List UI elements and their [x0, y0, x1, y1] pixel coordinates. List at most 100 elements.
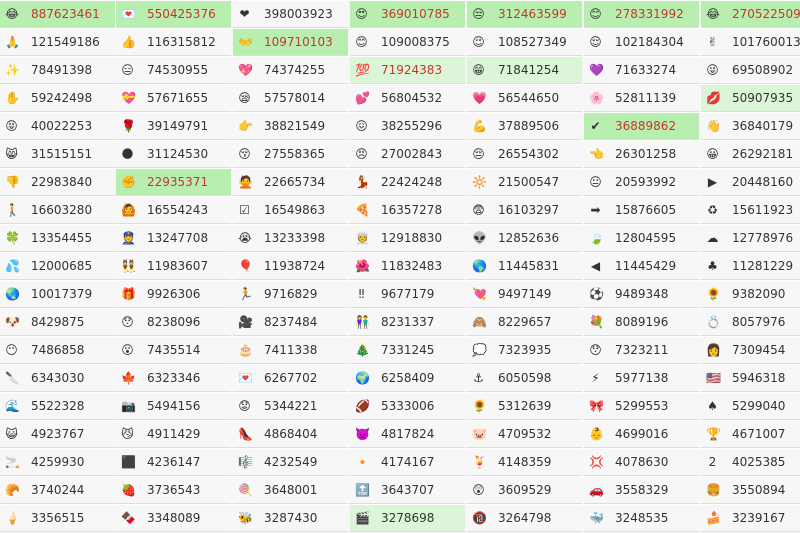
emoji-cell[interactable]: 💌 6267702 [233, 364, 348, 392]
emoji-cell[interactable]: ◀ 11445429 [584, 252, 699, 280]
emoji-cell[interactable]: 😺 4923767 [0, 420, 115, 448]
emoji-cell[interactable]: 🙈 8229657 [467, 308, 582, 336]
emoji-cell[interactable]: 🌎 11445831 [467, 252, 582, 280]
emoji-cell[interactable]: 👍 116315812 [116, 28, 231, 56]
emoji-cell[interactable]: 😊 109008375 [350, 28, 465, 56]
emoji-cell[interactable]: 😟 5344221 [233, 392, 348, 420]
emoji-cell[interactable]: 😝 40022253 [0, 112, 115, 140]
emoji-cell[interactable]: 💭 7323935 [467, 336, 582, 364]
emoji-cell[interactable]: 2 4025385 [701, 448, 800, 476]
emoji-cell[interactable]: ✔ 36889862 [584, 112, 699, 140]
emoji-cell[interactable]: 🍔 3550894 [701, 476, 800, 504]
emoji-cell[interactable]: 💝 57671655 [116, 84, 231, 112]
emoji-cell[interactable]: 💐 8089196 [584, 308, 699, 336]
emoji-cell[interactable]: 🌺 11832483 [350, 252, 465, 280]
emoji-cell[interactable]: 🚗 3558329 [584, 476, 699, 504]
emoji-cell[interactable]: 💯 71924383 [350, 56, 465, 84]
emoji-cell[interactable]: 👳 12918830 [350, 224, 465, 252]
emoji-cell[interactable]: 🍭 3648001 [233, 476, 348, 504]
emoji-cell[interactable]: 👋 36840179 [701, 112, 800, 140]
emoji-cell[interactable]: 🍕 16357278 [350, 196, 465, 224]
emoji-cell[interactable]: 😑 74530955 [116, 56, 231, 84]
emoji-cell[interactable]: 🌻 5312639 [467, 392, 582, 420]
emoji-cell[interactable]: 💗 56544650 [467, 84, 582, 112]
emoji-cell[interactable]: 👮 13247708 [116, 224, 231, 252]
emoji-cell[interactable]: 🎄 7331245 [350, 336, 465, 364]
emoji-cell[interactable]: 😪 57578014 [233, 84, 348, 112]
emoji-cell[interactable]: 😜 69508902 [701, 56, 800, 84]
emoji-cell[interactable]: 👠 4868404 [233, 420, 348, 448]
emoji-cell[interactable]: 💘 9497149 [467, 280, 582, 308]
emoji-cell[interactable]: 🙅 22665734 [233, 168, 348, 196]
emoji-cell[interactable]: 🎼 4232549 [233, 448, 348, 476]
emoji-cell[interactable]: 🐷 4709532 [467, 420, 582, 448]
emoji-cell[interactable]: 😐 20593992 [584, 168, 699, 196]
emoji-cell[interactable]: 🐝 3287430 [233, 504, 348, 532]
emoji-cell[interactable]: 🙆 16554243 [116, 196, 231, 224]
emoji-cell[interactable]: 😭 13233398 [233, 224, 348, 252]
emoji-cell[interactable]: ▶ 20448160 [701, 168, 800, 196]
emoji-cell[interactable]: 🎁 9926306 [116, 280, 231, 308]
emoji-cell[interactable]: 🌸 52811139 [584, 84, 699, 112]
emoji-cell[interactable]: 😂 270522509 [701, 0, 800, 28]
emoji-cell[interactable]: ➡ 15876605 [584, 196, 699, 224]
emoji-cell[interactable]: 🚶 16603280 [0, 196, 115, 224]
emoji-cell[interactable]: 🌻 9382090 [701, 280, 800, 308]
emoji-cell[interactable]: 😊 278331992 [584, 0, 699, 28]
emoji-cell[interactable]: 👉 38821549 [233, 112, 348, 140]
emoji-cell[interactable]: 😒 312463599 [467, 0, 582, 28]
emoji-cell[interactable]: 👿 4817824 [350, 420, 465, 448]
emoji-cell[interactable]: 🎀 5299553 [584, 392, 699, 420]
emoji-cell[interactable]: ♻ 15611923 [701, 196, 800, 224]
emoji-cell[interactable]: 🌹 39149791 [116, 112, 231, 140]
emoji-cell[interactable]: 👶 4699016 [584, 420, 699, 448]
emoji-cell[interactable]: 🙏 121549186 [0, 28, 115, 56]
emoji-cell[interactable]: ✨ 78491398 [0, 56, 115, 84]
emoji-cell[interactable]: 💃 22424248 [350, 168, 465, 196]
emoji-cell[interactable]: 💜 71633274 [584, 56, 699, 84]
emoji-cell[interactable]: 😸 31515151 [0, 140, 115, 168]
emoji-cell[interactable]: 💦 12000685 [0, 252, 115, 280]
emoji-cell[interactable]: ✊ 22935371 [116, 168, 231, 196]
emoji-cell[interactable]: 🍃 12804595 [584, 224, 699, 252]
emoji-cell[interactable]: 🐳 3248535 [584, 504, 699, 532]
emoji-cell[interactable]: 🍹 4148359 [467, 448, 582, 476]
emoji-cell[interactable]: 🌏 10017379 [0, 280, 115, 308]
emoji-cell[interactable]: ☁ 12778976 [701, 224, 800, 252]
emoji-cell[interactable]: 🍰 3239167 [701, 504, 800, 532]
emoji-cell[interactable]: 😣 27002843 [350, 140, 465, 168]
emoji-cell[interactable]: 🔪 6343030 [0, 364, 115, 392]
emoji-cell[interactable]: 🍓 3736543 [116, 476, 231, 504]
emoji-cell[interactable]: ⚓ 6050598 [467, 364, 582, 392]
emoji-cell[interactable]: 👎 22983840 [0, 168, 115, 196]
emoji-cell[interactable]: 💋 50907935 [701, 84, 800, 112]
emoji-cell[interactable]: ♣ 11281229 [701, 252, 800, 280]
emoji-cell[interactable]: 😲 3609529 [467, 476, 582, 504]
emoji-cell[interactable]: 😀 26292181 [701, 140, 800, 168]
emoji-cell[interactable]: ‼ 9677179 [350, 280, 465, 308]
emoji-cell[interactable]: 😯 8238096 [116, 308, 231, 336]
emoji-cell[interactable]: 🌍 6258409 [350, 364, 465, 392]
emoji-cell[interactable]: 🌑 31124530 [116, 140, 231, 168]
emoji-cell[interactable]: ⚡ 5977138 [584, 364, 699, 392]
emoji-cell[interactable]: 😉 108527349 [467, 28, 582, 56]
emoji-cell[interactable]: 🔝 3643707 [350, 476, 465, 504]
emoji-cell[interactable]: 🔆 21500547 [467, 168, 582, 196]
emoji-cell[interactable]: 🍁 6323346 [116, 364, 231, 392]
emoji-cell[interactable]: 😁 71841254 [467, 56, 582, 84]
emoji-cell[interactable]: 🇺🇸 5946318 [701, 364, 800, 392]
emoji-cell[interactable]: 🚬 4259930 [0, 448, 115, 476]
emoji-cell[interactable]: 💌 550425376 [116, 0, 231, 28]
emoji-cell[interactable]: 😔 26554302 [467, 140, 582, 168]
emoji-cell[interactable]: 🎈 11938724 [233, 252, 348, 280]
emoji-cell[interactable]: 😯 7323211 [584, 336, 699, 364]
emoji-cell[interactable]: 🔸 4174167 [350, 448, 465, 476]
emoji-cell[interactable]: 😚 27558365 [233, 140, 348, 168]
emoji-cell[interactable]: 😍 369010785 [350, 0, 465, 28]
emoji-cell[interactable]: ⚽ 9489348 [584, 280, 699, 308]
emoji-cell[interactable]: 👩 7309454 [701, 336, 800, 364]
emoji-cell[interactable]: 😼 4911429 [116, 420, 231, 448]
emoji-cell[interactable]: 👈 26301258 [584, 140, 699, 168]
emoji-cell[interactable]: 💪 37889506 [467, 112, 582, 140]
emoji-cell[interactable]: 💍 8057976 [701, 308, 800, 336]
